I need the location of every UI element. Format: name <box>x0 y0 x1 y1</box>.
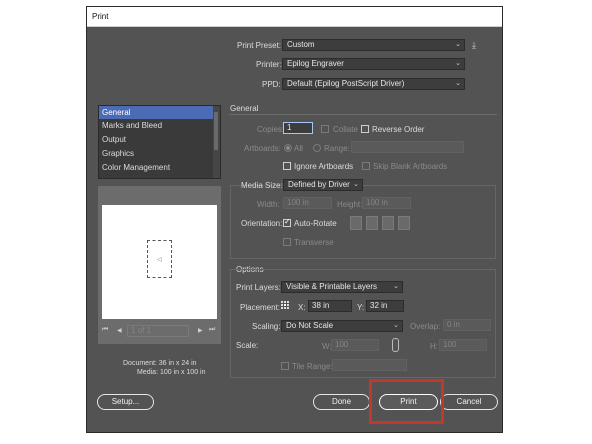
printer-select[interactable]: Epilog Engraver ⌄ <box>282 58 465 70</box>
landscape-flipped-orientation-icon[interactable] <box>398 216 410 230</box>
width-input[interactable]: 100 in <box>283 197 332 209</box>
first-page-icon[interactable]: ⏮ <box>102 326 108 334</box>
landscape-orientation-icon[interactable] <box>366 216 378 230</box>
artboards-all-label: All <box>294 144 303 153</box>
printer-value: Epilog Engraver <box>287 59 344 68</box>
chevron-down-icon: ⌄ <box>393 283 399 290</box>
chevron-down-icon: ⌄ <box>353 181 359 188</box>
print-preset-select[interactable]: Custom ⌄ <box>282 39 465 51</box>
artboards-label: Artboards: <box>244 144 281 153</box>
constrain-proportions-link-icon[interactable] <box>392 338 399 352</box>
tile-range-input[interactable] <box>332 359 407 371</box>
print-dialog: Print Print Preset: Custom ⌄ ⤓ Printer: … <box>86 6 503 433</box>
scaling-value: Do Not Scale <box>286 321 334 330</box>
print-preview: ◁ ⏮ ◀ 1 of 1 ▶ ⏭ <box>98 186 221 344</box>
preview-page: ◁ <box>102 205 217 319</box>
ppd-label: PPD: <box>262 80 281 89</box>
print-layers-select[interactable]: Visible & Printable Layers ⌄ <box>281 281 403 293</box>
window-title: Print <box>92 12 109 21</box>
print-layers-value: Visible & Printable Layers <box>286 282 378 291</box>
chevron-down-icon: ⌄ <box>393 322 399 329</box>
skip-blank-artboards-checkbox[interactable] <box>362 162 370 170</box>
scale-w-input[interactable]: 100 <box>331 339 379 351</box>
save-preset-icon[interactable]: ⤓ <box>472 40 476 51</box>
tile-range-label: Tile Range: <box>292 362 333 371</box>
reverse-order-label: Reverse Order <box>372 125 425 134</box>
reverse-order-checkbox[interactable] <box>361 125 369 133</box>
copies-input[interactable]: 1 <box>283 122 313 134</box>
y-input[interactable]: 32 in <box>366 300 404 312</box>
title-bar: Print <box>87 7 502 27</box>
collate-label: Collate <box>333 125 358 134</box>
scale-h-input[interactable]: 100 <box>439 339 487 351</box>
sidebar-item-output[interactable]: Output <box>99 133 215 146</box>
tile-range-checkbox[interactable] <box>281 362 289 370</box>
print-preset-label: Print Preset: <box>237 41 282 50</box>
print-preset-value: Custom <box>287 40 315 49</box>
sidebar-item-general[interactable]: General <box>99 106 215 119</box>
print-button-highlight <box>369 379 444 424</box>
preview-artboard: ◁ <box>147 240 172 278</box>
last-page-icon[interactable]: ⏭ <box>209 326 215 334</box>
transverse-checkbox[interactable] <box>283 238 291 246</box>
prev-page-icon[interactable]: ◀ <box>117 327 122 334</box>
sidebar-item-marks-and-bleed[interactable]: Marks and Bleed <box>99 119 215 132</box>
sidebar-item-graphics[interactable]: Graphics <box>99 147 215 160</box>
done-button[interactable]: Done <box>313 394 370 410</box>
copies-label: Copies: <box>257 125 285 134</box>
page-counter-field[interactable]: 1 of 1 <box>127 325 189 337</box>
scaling-label: Scaling: <box>252 322 281 331</box>
x-input[interactable]: 38 in <box>308 300 352 312</box>
overlap-label: Overlap: <box>410 322 441 331</box>
chevron-down-icon: ⌄ <box>455 80 461 87</box>
printer-label: Printer: <box>256 60 282 69</box>
chevron-down-icon: ⌄ <box>455 41 461 48</box>
list-scrollbar[interactable] <box>213 106 220 178</box>
ppd-value: Default (Epilog PostScript Driver) <box>287 79 405 88</box>
portrait-flipped-orientation-icon[interactable] <box>382 216 394 230</box>
ppd-select[interactable]: Default (Epilog PostScript Driver) ⌄ <box>282 78 465 90</box>
scale-label: Scale: <box>236 341 259 350</box>
artboards-range-label: Range: <box>324 144 350 153</box>
collate-checkbox[interactable] <box>321 125 329 133</box>
orientation-label: Orientation: <box>241 219 283 228</box>
height-input[interactable]: 100 in <box>362 197 411 209</box>
scale-h-label: H: <box>430 342 438 351</box>
chevron-down-icon: ⌄ <box>455 60 461 67</box>
portrait-orientation-icon[interactable] <box>350 216 362 230</box>
media-size-info: Media: 100 in x 100 in <box>137 369 206 376</box>
ignore-artboards-label: Ignore Artboards <box>294 162 354 171</box>
placement-label: Placement: <box>240 303 281 312</box>
general-heading: General <box>230 104 259 113</box>
auto-rotate-checkbox[interactable] <box>283 217 291 227</box>
auto-rotate-label: Auto-Rotate <box>294 219 337 228</box>
x-label: X: <box>298 303 306 312</box>
next-page-icon[interactable]: ▶ <box>198 327 203 334</box>
setup-button[interactable]: Setup... <box>97 394 154 410</box>
overlap-input[interactable]: 0 in <box>443 319 491 331</box>
media-size-label: Media Size: <box>241 181 283 190</box>
scrollbar-thumb[interactable] <box>214 112 218 150</box>
artboards-range-radio[interactable] <box>313 144 321 152</box>
media-size-value: Defined by Driver <box>288 180 350 189</box>
scaling-select[interactable]: Do Not Scale ⌄ <box>281 320 403 332</box>
ignore-artboards-checkbox[interactable] <box>283 162 291 170</box>
artboards-all-radio[interactable] <box>284 144 292 152</box>
skip-blank-artboards-label: Skip Blank Artboards <box>373 162 448 171</box>
print-layers-label: Print Layers: <box>236 283 281 292</box>
category-list: General Marks and Bleed Output Graphics … <box>98 105 221 179</box>
general-divider <box>229 114 497 115</box>
width-label: Width: <box>257 200 280 209</box>
artboards-range-input[interactable] <box>351 141 464 153</box>
y-label: Y: <box>357 303 365 312</box>
cancel-button[interactable]: Cancel <box>440 394 498 410</box>
sidebar-item-color-management[interactable]: Color Management <box>99 161 215 174</box>
preview-marker: ◁ <box>157 257 162 263</box>
placement-anchor-icon[interactable] <box>281 301 290 310</box>
transverse-label: Transverse <box>294 238 334 247</box>
document-size-info: Document: 36 in x 24 in <box>123 360 197 367</box>
height-label: Height: <box>337 200 363 209</box>
media-size-select[interactable]: Defined by Driver ⌄ <box>283 179 363 191</box>
